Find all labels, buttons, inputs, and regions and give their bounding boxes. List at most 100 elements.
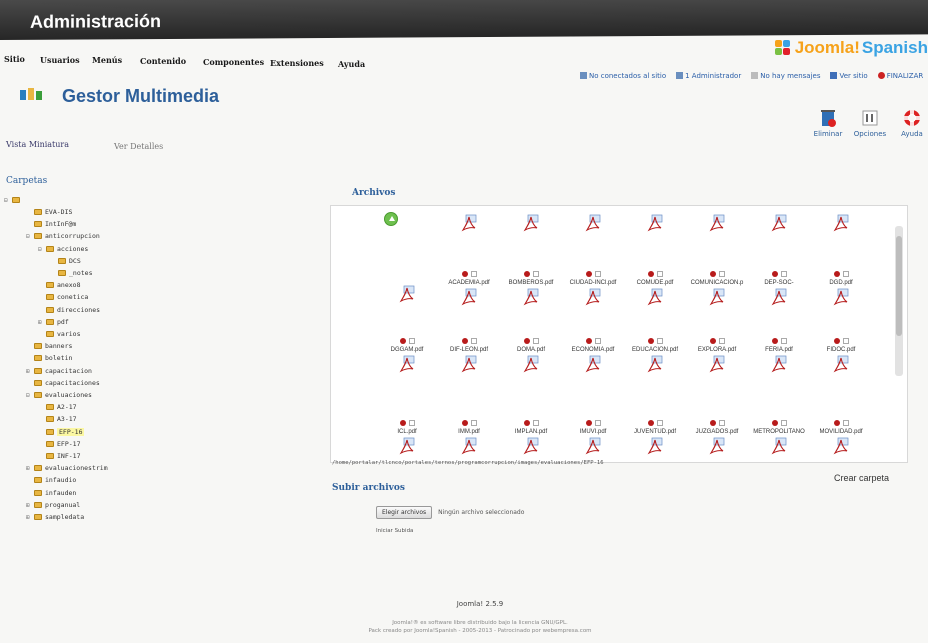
file-item[interactable]: MOVILIDAD.pdf xyxy=(804,420,878,455)
delete-file-icon[interactable] xyxy=(709,271,716,277)
tab-details-view[interactable]: Ver Detalles xyxy=(114,142,163,151)
delete-file-icon[interactable] xyxy=(461,338,468,344)
expand-toggle[interactable]: ⊟ xyxy=(26,233,32,240)
folder-item[interactable]: banners xyxy=(26,342,72,350)
folder-item[interactable]: A3-17 xyxy=(38,415,77,423)
file-thumbnail[interactable] xyxy=(804,212,878,232)
status-admins[interactable]: 1 Administrador xyxy=(676,72,741,80)
menu-ayuda[interactable]: Ayuda xyxy=(338,59,365,69)
delete-file-icon[interactable] xyxy=(647,420,654,426)
select-file-checkbox[interactable] xyxy=(532,338,539,344)
select-file-checkbox[interactable] xyxy=(842,420,849,426)
expand-toggle[interactable]: ⊞ xyxy=(38,319,44,326)
delete-file-icon[interactable] xyxy=(461,420,468,426)
select-file-checkbox[interactable] xyxy=(656,271,663,277)
menu-menus[interactable]: Menús xyxy=(92,55,122,65)
select-file-checkbox[interactable] xyxy=(470,338,477,344)
expand-toggle[interactable]: ⊞ xyxy=(26,502,32,509)
parent-folder-up-icon[interactable] xyxy=(384,212,398,226)
delete-file-icon[interactable] xyxy=(523,338,530,344)
select-file-checkbox[interactable] xyxy=(842,338,849,344)
select-file-checkbox[interactable] xyxy=(408,338,415,344)
select-file-checkbox[interactable] xyxy=(842,271,849,277)
file-item[interactable]: FIDOC.pdf xyxy=(804,338,878,373)
folder-item[interactable]: direcciones xyxy=(38,306,100,314)
select-file-checkbox[interactable] xyxy=(656,338,663,344)
folder-item[interactable]: capacitaciones xyxy=(26,379,100,387)
status-view-site[interactable]: Ver sitio xyxy=(830,72,868,80)
delete-file-icon[interactable] xyxy=(647,338,654,344)
delete-file-icon[interactable] xyxy=(709,338,716,344)
delete-file-icon[interactable] xyxy=(647,271,654,277)
folder-item[interactable]: ⊞ proganual xyxy=(26,501,80,509)
file-thumbnail[interactable] xyxy=(370,283,444,303)
folder-item[interactable]: DCS xyxy=(50,257,81,265)
status-not-connected[interactable]: No conectados al sitio xyxy=(580,72,666,80)
folder-item[interactable]: boletin xyxy=(26,354,72,362)
folder-item[interactable]: ⊞ evaluacionestrim xyxy=(26,464,108,472)
file-item[interactable]: DGD.pdf xyxy=(804,271,878,306)
help-button[interactable]: Ayuda xyxy=(894,108,928,138)
options-button[interactable]: Opciones xyxy=(852,108,888,138)
folder-item[interactable]: EFP-16 xyxy=(38,427,85,436)
folder-item[interactable]: conetica xyxy=(38,293,88,301)
select-file-checkbox[interactable] xyxy=(594,420,601,426)
expand-toggle[interactable]: ⊞ xyxy=(26,368,32,375)
delete-file-icon[interactable] xyxy=(771,271,778,277)
select-file-checkbox[interactable] xyxy=(780,271,787,277)
select-file-checkbox[interactable] xyxy=(780,338,787,344)
select-file-checkbox[interactable] xyxy=(594,271,601,277)
expand-toggle[interactable]: ⊞ xyxy=(26,514,32,521)
folder-item[interactable]: anexo8 xyxy=(38,281,80,289)
select-file-checkbox[interactable] xyxy=(656,420,663,426)
folder-item[interactable]: ⊞ capacitacion xyxy=(26,367,92,375)
delete-file-icon[interactable] xyxy=(585,271,592,277)
delete-file-icon[interactable] xyxy=(585,420,592,426)
folder-item[interactable]: ⊞ sampledata xyxy=(26,513,84,521)
select-file-checkbox[interactable] xyxy=(718,271,725,277)
select-file-checkbox[interactable] xyxy=(718,338,725,344)
create-folder-button[interactable]: Crear carpeta xyxy=(834,473,889,483)
folder-item[interactable]: A2-17 xyxy=(38,403,77,411)
start-upload-link[interactable]: Iniciar Subida xyxy=(376,528,413,534)
folder-item[interactable]: varios xyxy=(38,330,80,338)
tree-root[interactable]: ⊟ xyxy=(4,196,23,204)
expand-toggle[interactable]: ⊟ xyxy=(38,246,44,253)
folder-item[interactable]: EVA-DIS xyxy=(26,208,72,216)
folder-item[interactable]: infauden xyxy=(26,489,76,497)
delete-file-icon[interactable] xyxy=(399,338,406,344)
select-file-checkbox[interactable] xyxy=(408,420,415,426)
expand-toggle[interactable]: ⊞ xyxy=(26,465,32,472)
status-logout[interactable]: FINALIZAR xyxy=(877,72,923,80)
menu-usuarios[interactable]: Usuarios xyxy=(40,55,80,65)
folder-item[interactable]: ⊟ evaluaciones xyxy=(26,391,92,399)
delete-file-icon[interactable] xyxy=(523,271,530,277)
delete-file-icon[interactable] xyxy=(523,420,530,426)
delete-button[interactable]: Eliminar xyxy=(810,108,846,138)
choose-files-button[interactable]: Elegir archivos xyxy=(376,506,433,519)
select-file-checkbox[interactable] xyxy=(470,271,477,277)
folder-item[interactable]: infaudio xyxy=(26,476,76,484)
folder-item[interactable]: IntInF@m xyxy=(26,220,76,228)
menu-sitio[interactable]: Sitio xyxy=(4,54,25,64)
delete-file-icon[interactable] xyxy=(461,271,468,277)
folder-item[interactable]: ⊟ anticorrupcion xyxy=(26,232,100,240)
delete-file-icon[interactable] xyxy=(771,420,778,426)
delete-file-icon[interactable] xyxy=(585,338,592,344)
delete-file-icon[interactable] xyxy=(833,271,840,277)
scrollbar[interactable] xyxy=(895,226,903,376)
select-file-checkbox[interactable] xyxy=(532,271,539,277)
select-file-checkbox[interactable] xyxy=(470,420,477,426)
folder-item[interactable]: INF-17 xyxy=(38,452,80,460)
select-file-checkbox[interactable] xyxy=(718,420,725,426)
delete-file-icon[interactable] xyxy=(771,338,778,344)
folder-item[interactable]: ⊟ acciones xyxy=(38,245,88,253)
delete-file-icon[interactable] xyxy=(833,338,840,344)
expand-toggle[interactable]: ⊟ xyxy=(26,392,32,399)
folder-item[interactable]: EFP-17 xyxy=(38,440,80,448)
delete-file-icon[interactable] xyxy=(833,420,840,426)
menu-contenido[interactable]: Contenido xyxy=(140,56,186,66)
expand-toggle[interactable]: ⊟ xyxy=(4,197,10,204)
select-file-checkbox[interactable] xyxy=(780,420,787,426)
folder-item[interactable]: _notes xyxy=(50,269,92,277)
